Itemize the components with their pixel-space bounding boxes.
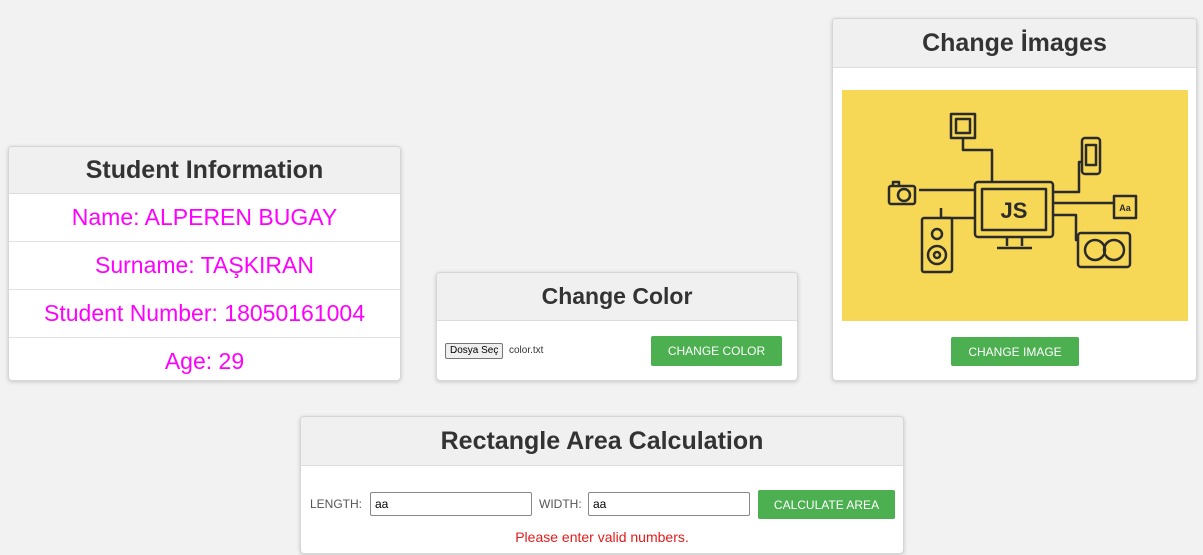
student-surname: Surname: TAŞKIRAN — [9, 242, 400, 290]
js-devices-illustration: JS Aa — [887, 112, 1138, 274]
student-info-card: Student Information Name: ALPEREN BUGAY … — [8, 146, 401, 381]
width-label: WIDTH: — [539, 497, 582, 511]
change-image-button[interactable]: CHANGE IMAGE — [951, 337, 1079, 366]
rectangle-area-title: Rectangle Area Calculation — [301, 417, 903, 466]
student-number: Student Number: 18050161004 — [9, 290, 400, 338]
font-icon-label: Aa — [1119, 203, 1131, 213]
student-age: Age: 29 — [164, 348, 245, 374]
width-input[interactable] — [588, 492, 750, 516]
rectangle-area-card: Rectangle Area Calculation LENGTH: WIDTH… — [300, 416, 904, 554]
change-images-title: Change İmages — [833, 19, 1196, 68]
student-name: Name: ALPEREN BUGAY — [9, 194, 400, 242]
change-color-title: Change Color — [437, 273, 797, 321]
length-input[interactable] — [370, 492, 532, 516]
validation-error-message: Please enter valid numbers. — [515, 529, 689, 545]
file-select-button[interactable]: Dosya Seç — [445, 343, 504, 359]
change-color-button[interactable]: CHANGE COLOR — [651, 336, 782, 366]
selected-file-name: color.txt — [509, 345, 544, 356]
calculate-area-button[interactable]: CALCULATE AREA — [758, 490, 895, 519]
change-color-card: Change Color Dosya Seç color.txt CHANGE … — [436, 272, 798, 381]
js-logo-text: JS — [1001, 198, 1028, 223]
length-label: LENGTH: — [310, 497, 363, 511]
js-illustration-image: JS Aa — [842, 90, 1188, 321]
student-info-title: Student Information — [9, 147, 400, 194]
change-images-card: Change İmages JS Aa CHANGE IMAGE — [832, 18, 1197, 381]
